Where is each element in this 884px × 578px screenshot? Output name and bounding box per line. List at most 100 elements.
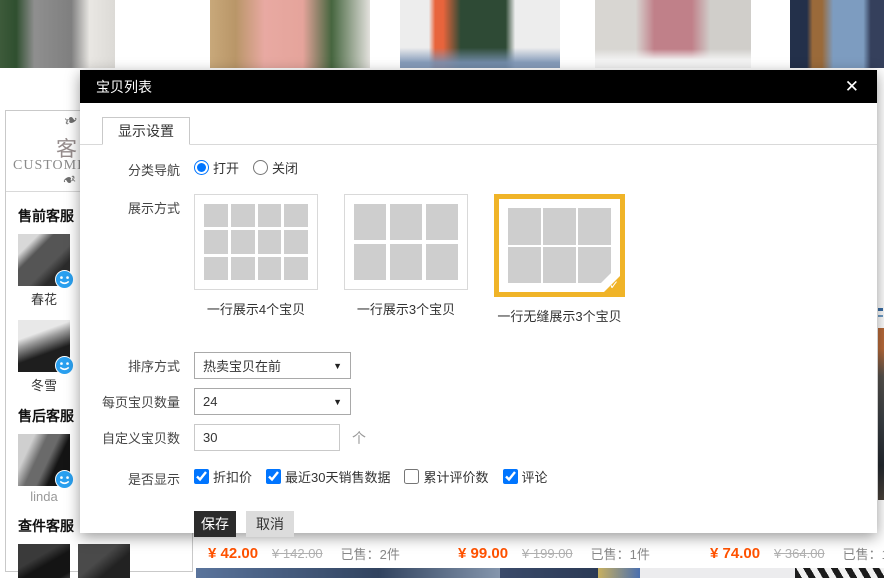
product-photo[interactable] bbox=[598, 568, 640, 578]
display-mode-caption: 一行展示3个宝贝 bbox=[344, 299, 468, 318]
radio-icon[interactable] bbox=[253, 160, 268, 175]
product-photo[interactable] bbox=[795, 568, 884, 578]
grid-square bbox=[578, 208, 611, 245]
customer-service-member[interactable]: 冬雪 bbox=[12, 320, 72, 402]
customer-service-member[interactable]: 娜娜 bbox=[72, 544, 132, 578]
layout-preview-card[interactable]: ✓ bbox=[494, 194, 625, 297]
layout-preview-grid bbox=[204, 204, 308, 280]
avatar[interactable] bbox=[78, 544, 130, 578]
product-photo[interactable] bbox=[196, 568, 500, 578]
discount-price: ¥ 42.00 bbox=[208, 545, 258, 562]
page: ❧ ❧ 客 CUSTOMER 售前客服春花冬雪售后客服linda查件客服冰冰娜娜… bbox=[0, 0, 884, 578]
discount-price: ¥ 74.00 bbox=[710, 545, 760, 562]
member-name: 冬雪 bbox=[18, 375, 70, 394]
original-price: ¥ 142.00 bbox=[272, 546, 323, 561]
category-nav-radio[interactable]: 打开 bbox=[194, 158, 239, 177]
product-photo[interactable] bbox=[0, 0, 115, 68]
category-nav-radio[interactable]: 关闭 bbox=[253, 158, 298, 177]
grid-square bbox=[231, 257, 255, 280]
grid-square bbox=[258, 204, 282, 227]
discount-price: ¥ 99.00 bbox=[458, 545, 508, 562]
show-option-checkbox[interactable]: 折扣价 bbox=[194, 467, 252, 486]
original-price: ¥ 199.00 bbox=[522, 546, 573, 561]
link-fragment bbox=[878, 308, 883, 311]
sort-row: 排序方式 热卖宝贝在前 ▼ bbox=[80, 352, 877, 379]
checkbox-icon[interactable] bbox=[404, 469, 419, 484]
sold-count: 已售：2件 bbox=[341, 544, 400, 563]
wangwang-badge-icon bbox=[55, 470, 74, 489]
grid-square bbox=[390, 204, 422, 240]
customer-service-member[interactable]: linda bbox=[12, 434, 72, 512]
layout-preview-grid bbox=[354, 204, 458, 280]
product-photo[interactable] bbox=[595, 0, 751, 68]
link-fragment bbox=[878, 315, 883, 317]
grid-square bbox=[354, 244, 386, 280]
sold-count: 已售：1件 bbox=[591, 544, 650, 563]
display-mode-row: 展示方式 一行展示4个宝贝一行展示3个宝贝✓一行无缝展示3个宝贝 bbox=[80, 194, 877, 325]
category-nav-options: 打开 关闭 bbox=[194, 158, 312, 180]
product-photo[interactable] bbox=[500, 568, 598, 578]
custom-count-unit: 个 bbox=[352, 428, 366, 448]
radio-label: 打开 bbox=[213, 158, 239, 177]
cancel-button[interactable]: 取消 bbox=[246, 511, 294, 537]
radio-label: 关闭 bbox=[272, 158, 298, 177]
tab-bar: 显示设置 bbox=[80, 117, 877, 145]
custom-count-row: 自定义宝贝数 个 bbox=[80, 424, 877, 451]
category-nav-label: 分类导航 bbox=[80, 160, 180, 179]
product-photo[interactable] bbox=[400, 0, 560, 68]
tab-display-settings[interactable]: 显示设置 bbox=[102, 117, 190, 145]
wangwang-badge-icon bbox=[55, 270, 74, 289]
member-name: linda bbox=[18, 489, 70, 504]
per-page-select[interactable]: 24 ▼ bbox=[194, 388, 351, 415]
photo-fragment bbox=[878, 328, 884, 500]
grid-square bbox=[508, 247, 541, 284]
customer-service-member[interactable]: 春花 bbox=[12, 234, 72, 316]
grid-square bbox=[258, 257, 282, 280]
sort-select-value: 热卖宝贝在前 bbox=[203, 356, 281, 375]
display-mode-option[interactable]: 一行展示4个宝贝 bbox=[194, 194, 318, 318]
grid-square bbox=[390, 244, 422, 280]
checkbox-label: 累计评价数 bbox=[423, 467, 488, 486]
grid-square bbox=[426, 204, 458, 240]
grid-square bbox=[231, 230, 255, 253]
checkbox-icon[interactable] bbox=[503, 469, 518, 484]
radio-icon[interactable] bbox=[194, 160, 209, 175]
show-option-checkbox[interactable]: 评论 bbox=[503, 467, 548, 486]
modal-actions: 保存 取消 bbox=[80, 511, 877, 537]
grid-square bbox=[204, 204, 228, 227]
close-icon[interactable]: ✕ bbox=[845, 78, 859, 95]
customer-service-member[interactable]: 冰冰 bbox=[12, 544, 72, 578]
per-page-row: 每页宝贝数量 24 ▼ bbox=[80, 388, 877, 415]
avatar[interactable] bbox=[18, 234, 70, 286]
layout-preview-card[interactable] bbox=[344, 194, 468, 290]
check-icon: ✓ bbox=[609, 278, 619, 292]
custom-count-input[interactable] bbox=[194, 424, 340, 451]
product-photo[interactable] bbox=[210, 0, 370, 68]
display-mode-option[interactable]: 一行展示3个宝贝 bbox=[344, 194, 468, 318]
show-option-checkbox[interactable]: 累计评价数 bbox=[404, 467, 488, 486]
layout-preview-card[interactable] bbox=[194, 194, 318, 290]
avatar[interactable] bbox=[18, 320, 70, 372]
grid-square bbox=[204, 257, 228, 280]
grid-square bbox=[543, 208, 576, 245]
checkbox-label: 折扣价 bbox=[213, 467, 252, 486]
avatar[interactable] bbox=[18, 434, 70, 486]
custom-count-label: 自定义宝贝数 bbox=[80, 428, 180, 447]
avatar[interactable] bbox=[18, 544, 70, 578]
checkbox-icon[interactable] bbox=[266, 469, 281, 484]
modal-header: 宝贝列表 ✕ bbox=[80, 70, 877, 103]
product-price-group: ¥ 99.00 ¥ 199.00 已售：1件 bbox=[458, 541, 650, 565]
grid-square bbox=[543, 247, 576, 284]
product-photo[interactable] bbox=[790, 0, 884, 68]
grid-square bbox=[508, 208, 541, 245]
product-photo[interactable] bbox=[640, 568, 795, 578]
grid-square bbox=[258, 230, 282, 253]
sort-select[interactable]: 热卖宝贝在前 ▼ bbox=[194, 352, 351, 379]
display-mode-option[interactable]: ✓ 一行无缝展示3个宝贝 bbox=[494, 194, 625, 325]
sold-count: 已售：1件 bbox=[843, 544, 884, 563]
checkbox-icon[interactable] bbox=[194, 469, 209, 484]
display-mode-caption: 一行无缝展示3个宝贝 bbox=[494, 306, 625, 325]
show-option-checkbox[interactable]: 最近30天销售数据 bbox=[266, 467, 390, 486]
grid-square bbox=[204, 230, 228, 253]
save-button[interactable]: 保存 bbox=[194, 511, 236, 537]
